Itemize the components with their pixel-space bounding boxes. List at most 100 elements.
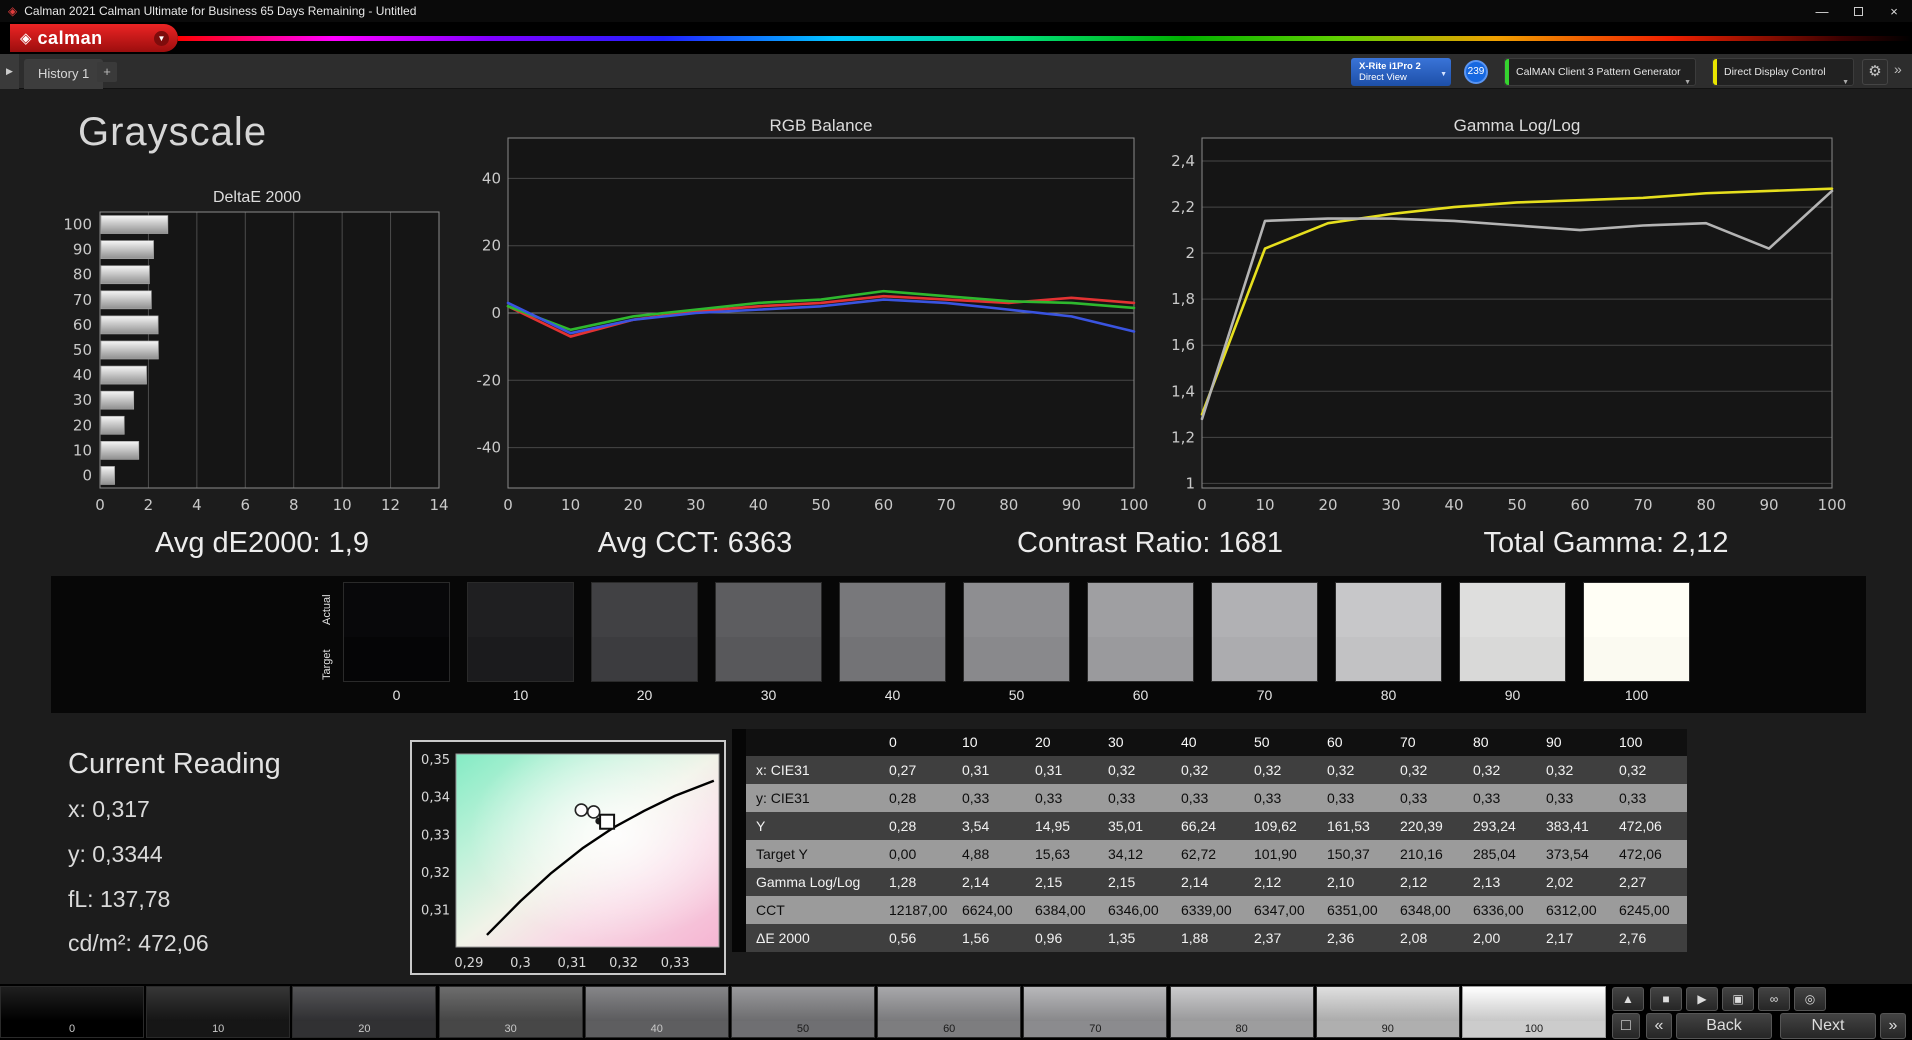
pattern-level-button[interactable]: 100 <box>1462 986 1606 1038</box>
grayscale-swatch <box>963 582 1070 682</box>
svg-text:1,2: 1,2 <box>1171 428 1195 446</box>
svg-text:30: 30 <box>73 391 92 409</box>
pattern-level-label: 40 <box>585 1021 728 1037</box>
grayscale-swatch-cell: 0 <box>343 582 450 703</box>
table-cell: 34,12 <box>1108 846 1144 862</box>
table-cell: 0,32 <box>1619 762 1647 778</box>
table-cell: 4,88 <box>962 846 990 862</box>
bottom-bar: 0 10 20 30 40 50 60 70 80 90 100 ▲ ■ ▶ ▣ ∞ ◎ □ « B… <box>0 984 1912 1040</box>
svg-text:0,33: 0,33 <box>421 828 450 843</box>
play-button[interactable]: ▶ <box>1686 987 1718 1011</box>
stop-button[interactable]: ■ <box>1650 987 1682 1011</box>
svg-text:0,31: 0,31 <box>421 904 450 919</box>
svg-text:4: 4 <box>192 496 202 514</box>
table-cell: 1,88 <box>1181 930 1209 946</box>
display-control-accent <box>1713 59 1717 85</box>
grayscale-swatch-cell: 30 <box>715 582 822 703</box>
table-cell: 6351,00 <box>1327 902 1378 918</box>
svg-text:10: 10 <box>561 496 580 514</box>
record-button[interactable]: ◎ <box>1794 987 1826 1011</box>
meter-dropdown[interactable]: X-Rite i1Pro 2 Direct View ▼ <box>1351 58 1451 86</box>
table-col-header: 40 <box>1181 734 1197 750</box>
pattern-level-button[interactable]: 10 <box>146 986 291 1038</box>
grayscale-swatch-cell: 10 <box>467 582 574 703</box>
table-cell: 0,33 <box>1327 790 1355 806</box>
table-cell: 1,35 <box>1108 930 1136 946</box>
table-cell: 6245,00 <box>1619 902 1670 918</box>
table-cell: 0,32 <box>1254 762 1282 778</box>
tab-scroll-button[interactable]: ▶ <box>0 54 19 89</box>
pattern-level-button[interactable]: 70 <box>1023 986 1168 1038</box>
grayscale-swatch-cell: 40 <box>839 582 946 703</box>
display-control-dropdown[interactable]: Direct Display Control ▼ <box>1712 58 1854 86</box>
meter-name: X-Rite i1Pro 2 <box>1359 61 1421 72</box>
table-cell: 285,04 <box>1473 846 1516 862</box>
grayscale-swatch <box>1211 582 1318 682</box>
table-col-header: 20 <box>1035 734 1051 750</box>
next-button[interactable]: Next <box>1780 1013 1876 1039</box>
minimize-button[interactable]: — <box>1804 0 1840 22</box>
table-cell: 0,32 <box>1546 762 1574 778</box>
pattern-level-button[interactable]: 40 <box>584 986 729 1038</box>
table-row: x: CIE31 0,27 0,31 0,31 0,32 0,32 0,32 0,32 0,32… <box>746 756 1687 784</box>
expand-panel-button[interactable]: » <box>1894 61 1902 77</box>
back-button[interactable]: Back <box>1676 1013 1772 1039</box>
close-button[interactable]: × <box>1876 0 1912 22</box>
table-row-label: CCT <box>756 902 785 918</box>
pattern-window-button[interactable]: □ <box>1612 1013 1640 1039</box>
add-tab-button[interactable]: + <box>97 62 117 82</box>
svg-text:2,4: 2,4 <box>1171 152 1195 170</box>
pattern-level-bar: 0 10 20 30 40 50 60 70 80 90 100 <box>0 984 1610 1040</box>
pattern-level-button[interactable]: 50 <box>731 986 875 1038</box>
table-row: Y 0,28 3,54 14,95 35,01 66,24 109,62 161,53 220,… <box>746 812 1687 840</box>
table-cell: 0,28 <box>889 818 917 834</box>
table-cell: 0,33 <box>1546 790 1574 806</box>
tab-history-1[interactable]: History 1 <box>24 59 104 89</box>
capture-button[interactable]: ▣ <box>1722 987 1754 1011</box>
svg-text:0,29: 0,29 <box>454 956 483 971</box>
grayscale-swatch-label: 40 <box>884 687 901 703</box>
pattern-level-button[interactable]: 30 <box>438 986 583 1038</box>
title-bar: ◈ Calman 2021 Calman Ultimate for Busine… <box>0 0 1912 22</box>
svg-text:1,6: 1,6 <box>1171 336 1195 354</box>
table-cell: 2,12 <box>1400 874 1428 890</box>
svg-text:10: 10 <box>73 441 92 459</box>
measurement-count-badge: 239 <box>1464 60 1488 84</box>
grayscale-swatch-cell: 20 <box>591 582 698 703</box>
table-cell: 0,32 <box>1473 762 1501 778</box>
table-cell: 2,15 <box>1108 874 1136 890</box>
svg-text:12: 12 <box>381 496 400 514</box>
table-cell: 2,37 <box>1254 930 1282 946</box>
grayscale-swatch-label: 10 <box>512 687 529 703</box>
table-cell: 62,72 <box>1181 846 1217 862</box>
calman-menu-button[interactable]: ◈ calman ▼ <box>10 24 178 52</box>
pattern-generator-chevron-down-icon: ▼ <box>1684 79 1691 86</box>
pattern-level-button[interactable]: 90 <box>1315 986 1460 1038</box>
svg-text:0: 0 <box>491 304 501 322</box>
pattern-level-label: 30 <box>439 1021 582 1037</box>
pattern-generator-dropdown[interactable]: CalMAN Client 3 Pattern Generator ▼ <box>1504 58 1696 86</box>
brand-wordmark: calman <box>37 27 103 48</box>
cie-chromaticity-panel: 0,31 0,32 0,33 0,34 0,35 0,29 0,3 0,31 0,32 0,33 <box>410 740 726 975</box>
maximize-button[interactable] <box>1840 0 1876 22</box>
svg-text:0: 0 <box>95 496 105 514</box>
svg-text:80: 80 <box>999 496 1018 514</box>
tab-bar: ▶ History 1 + X-Rite i1Pro 2 Direct View… <box>0 54 1912 89</box>
settings-gear-button[interactable]: ⚙ <box>1862 59 1888 85</box>
pattern-level-button[interactable]: 80 <box>1169 986 1314 1038</box>
svg-text:70: 70 <box>73 291 92 309</box>
first-page-button[interactable]: « <box>1646 1013 1672 1039</box>
pattern-level-button[interactable]: 0 <box>0 986 144 1038</box>
brand-bar: ◈ calman ▼ <box>0 22 1912 54</box>
meter-chevron-down-icon: ▼ <box>1440 71 1447 78</box>
svg-text:40: 40 <box>1444 496 1463 514</box>
grayscale-swatch-label: 80 <box>1380 687 1397 703</box>
table-cell: 0,33 <box>1108 790 1136 806</box>
svg-text:2: 2 <box>1185 244 1195 262</box>
continuous-measure-button[interactable]: ∞ <box>1758 987 1790 1011</box>
last-page-button[interactable]: » <box>1880 1013 1906 1039</box>
table-cell: 0,32 <box>1108 762 1136 778</box>
pattern-level-button[interactable]: 20 <box>292 986 437 1038</box>
pattern-level-button[interactable]: 60 <box>877 986 1022 1038</box>
eject-button[interactable]: ▲ <box>1612 987 1644 1011</box>
